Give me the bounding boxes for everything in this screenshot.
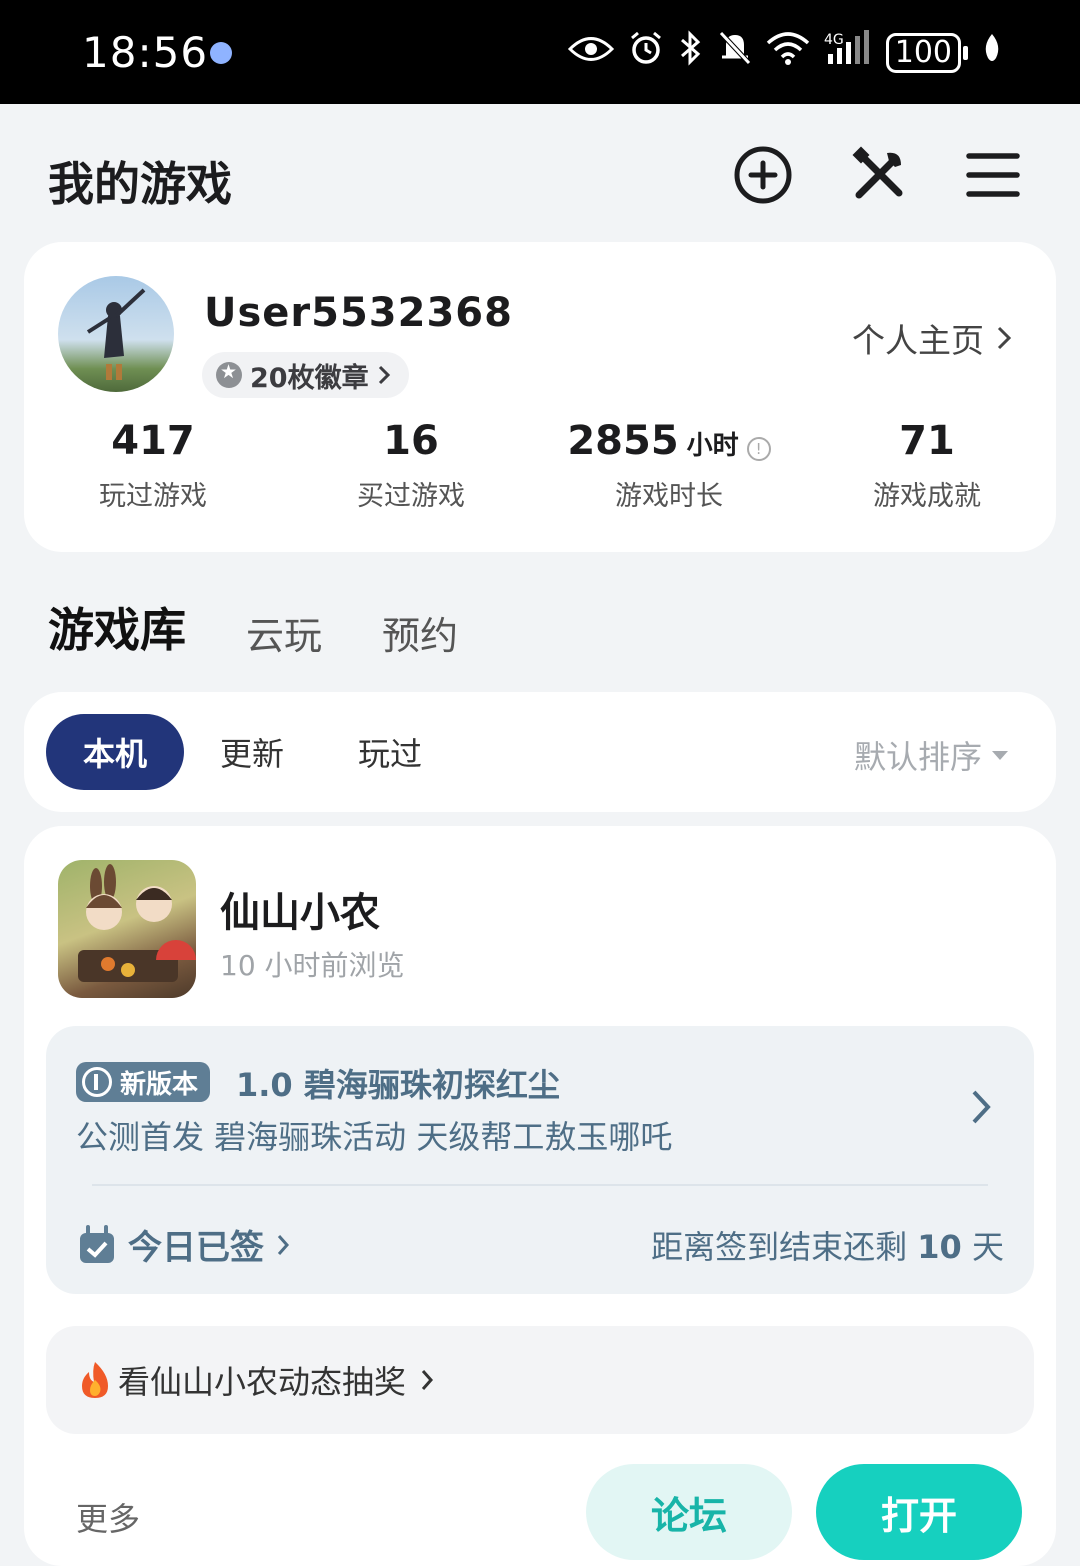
homepage-label: 个人主页 — [852, 321, 984, 360]
sort-dropdown[interactable]: 默认排序 — [854, 732, 1008, 778]
tab-cloud-play[interactable]: 云玩 — [246, 605, 322, 660]
chevron-right-icon — [421, 1370, 434, 1390]
page-header: 我的游戏 — [0, 104, 1080, 244]
profile-card: User5532368 20枚徽章 个人主页 417 玩过游戏 16 买过游戏 … — [24, 242, 1056, 552]
stat-achievements[interactable]: 71 游戏成就 — [798, 418, 1056, 513]
library-tabs: 游戏库 云玩 预约 — [46, 594, 458, 666]
version-title: 1.0 碧海骊珠初探红尘 — [236, 1066, 560, 1104]
stat-value: 16 — [383, 418, 439, 464]
sign-remaining: 距离签到结束还剩 10 天 — [651, 1222, 1004, 1268]
stat-games-bought[interactable]: 16 买过游戏 — [282, 418, 540, 513]
remaining-suffix: 天 — [971, 1228, 1004, 1266]
network-type-label: 4G — [824, 32, 844, 48]
stat-unit: 小时 — [686, 431, 739, 461]
tab-library[interactable]: 游戏库 — [46, 594, 188, 666]
game-last-viewed: 10 小时前浏览 — [220, 949, 405, 982]
filter-bar: 本机 更新 玩过 默认排序 — [24, 692, 1056, 812]
promo-banner[interactable]: 看仙山小农动态抽奖 — [46, 1326, 1034, 1434]
profile-stats: 417 玩过游戏 16 买过游戏 2855 小时 ! 游戏时长 71 游戏成就 — [24, 418, 1056, 513]
new-version-badge: 新版本 — [76, 1062, 211, 1102]
chevron-right-icon — [277, 1234, 290, 1255]
remaining-days: 10 — [917, 1228, 962, 1266]
badges-button[interactable]: 20枚徽章 — [202, 352, 409, 398]
new-version-label: 新版本 — [120, 1069, 199, 1100]
stat-value: 2855 — [567, 418, 679, 464]
stat-value: 71 — [899, 418, 955, 464]
filter-local[interactable]: 本机 — [46, 714, 184, 790]
calendar-check-icon — [80, 1224, 114, 1263]
status-time: 18:56 — [82, 28, 209, 77]
medal-icon — [216, 361, 242, 388]
add-game-button[interactable] — [730, 142, 796, 208]
menu-button[interactable] — [960, 142, 1026, 208]
version-description: 公测首发 碧海骊珠活动 天级帮工敖玉哪吒 — [76, 1118, 673, 1156]
bluetooth-icon — [678, 30, 704, 75]
sign-in-status[interactable]: 今日已签 — [78, 1220, 290, 1269]
game-card: 仙山小农 10 小时前浏览 新版本 1.0 碧海骊珠初探红尘 公测首发 碧海骊珠… — [24, 826, 1056, 1566]
fire-icon — [82, 1362, 108, 1398]
wifi-icon — [766, 31, 810, 74]
signal-icon: 4G — [824, 30, 872, 75]
game-title: 仙山小农 — [220, 890, 380, 936]
forum-button[interactable]: 论坛 — [586, 1464, 792, 1560]
filter-played[interactable]: 玩过 — [358, 714, 422, 790]
stat-games-played[interactable]: 417 玩过游戏 — [24, 418, 282, 513]
signed-today-label: 今日已签 — [128, 1228, 264, 1268]
tools-icon — [852, 146, 903, 199]
eye-icon — [567, 33, 614, 73]
homepage-link[interactable]: 个人主页 — [852, 314, 1012, 362]
username: User5532368 — [204, 290, 513, 336]
stat-play-time[interactable]: 2855 小时 ! 游戏时长 — [540, 418, 798, 513]
stat-label: 玩过游戏 — [99, 481, 207, 512]
mute-bell-icon — [718, 30, 752, 75]
info-icon[interactable]: ! — [746, 437, 771, 461]
version-update-panel[interactable]: 新版本 1.0 碧海骊珠初探红尘 公测首发 碧海骊珠活动 天级帮工敖玉哪吒 今日… — [46, 1026, 1034, 1294]
game-icon[interactable] — [58, 860, 196, 998]
avatar[interactable] — [58, 276, 174, 392]
filter-updates[interactable]: 更新 — [220, 714, 284, 790]
caret-down-icon — [992, 750, 1008, 760]
page-title: 我的游戏 — [48, 157, 232, 211]
notification-dot-icon — [210, 42, 232, 64]
badges-label: 20枚徽章 — [250, 362, 369, 394]
stat-label: 买过游戏 — [357, 481, 465, 512]
battery-icon: 100 — [885, 32, 968, 73]
more-button[interactable]: 更多 — [76, 1494, 140, 1540]
alarm-icon — [628, 30, 664, 75]
tab-reservations[interactable]: 预约 — [382, 605, 458, 660]
chevron-right-icon[interactable] — [970, 1088, 992, 1130]
tools-button[interactable] — [846, 142, 912, 208]
stat-label: 游戏成就 — [873, 481, 981, 512]
battery-level: 100 — [885, 32, 961, 73]
plus-circle-icon — [734, 146, 792, 204]
status-icons: 4G 100 — [567, 30, 1002, 75]
chevron-right-icon — [997, 326, 1012, 350]
status-bar: 18:56 4G 100 — [0, 0, 1080, 104]
sort-label: 默认排序 — [853, 738, 982, 776]
open-game-button[interactable]: 打开 — [816, 1464, 1022, 1560]
charging-leaf-icon — [982, 32, 1002, 73]
hamburger-menu-icon — [966, 153, 1020, 197]
power-icon — [82, 1067, 112, 1097]
stat-label: 游戏时长 — [615, 481, 723, 512]
stat-value: 417 — [111, 418, 195, 464]
divider — [92, 1184, 988, 1186]
remaining-prefix: 距离签到结束还剩 — [651, 1228, 908, 1266]
chevron-right-icon — [378, 365, 390, 385]
promo-label: 看仙山小农动态抽奖 — [118, 1363, 407, 1401]
